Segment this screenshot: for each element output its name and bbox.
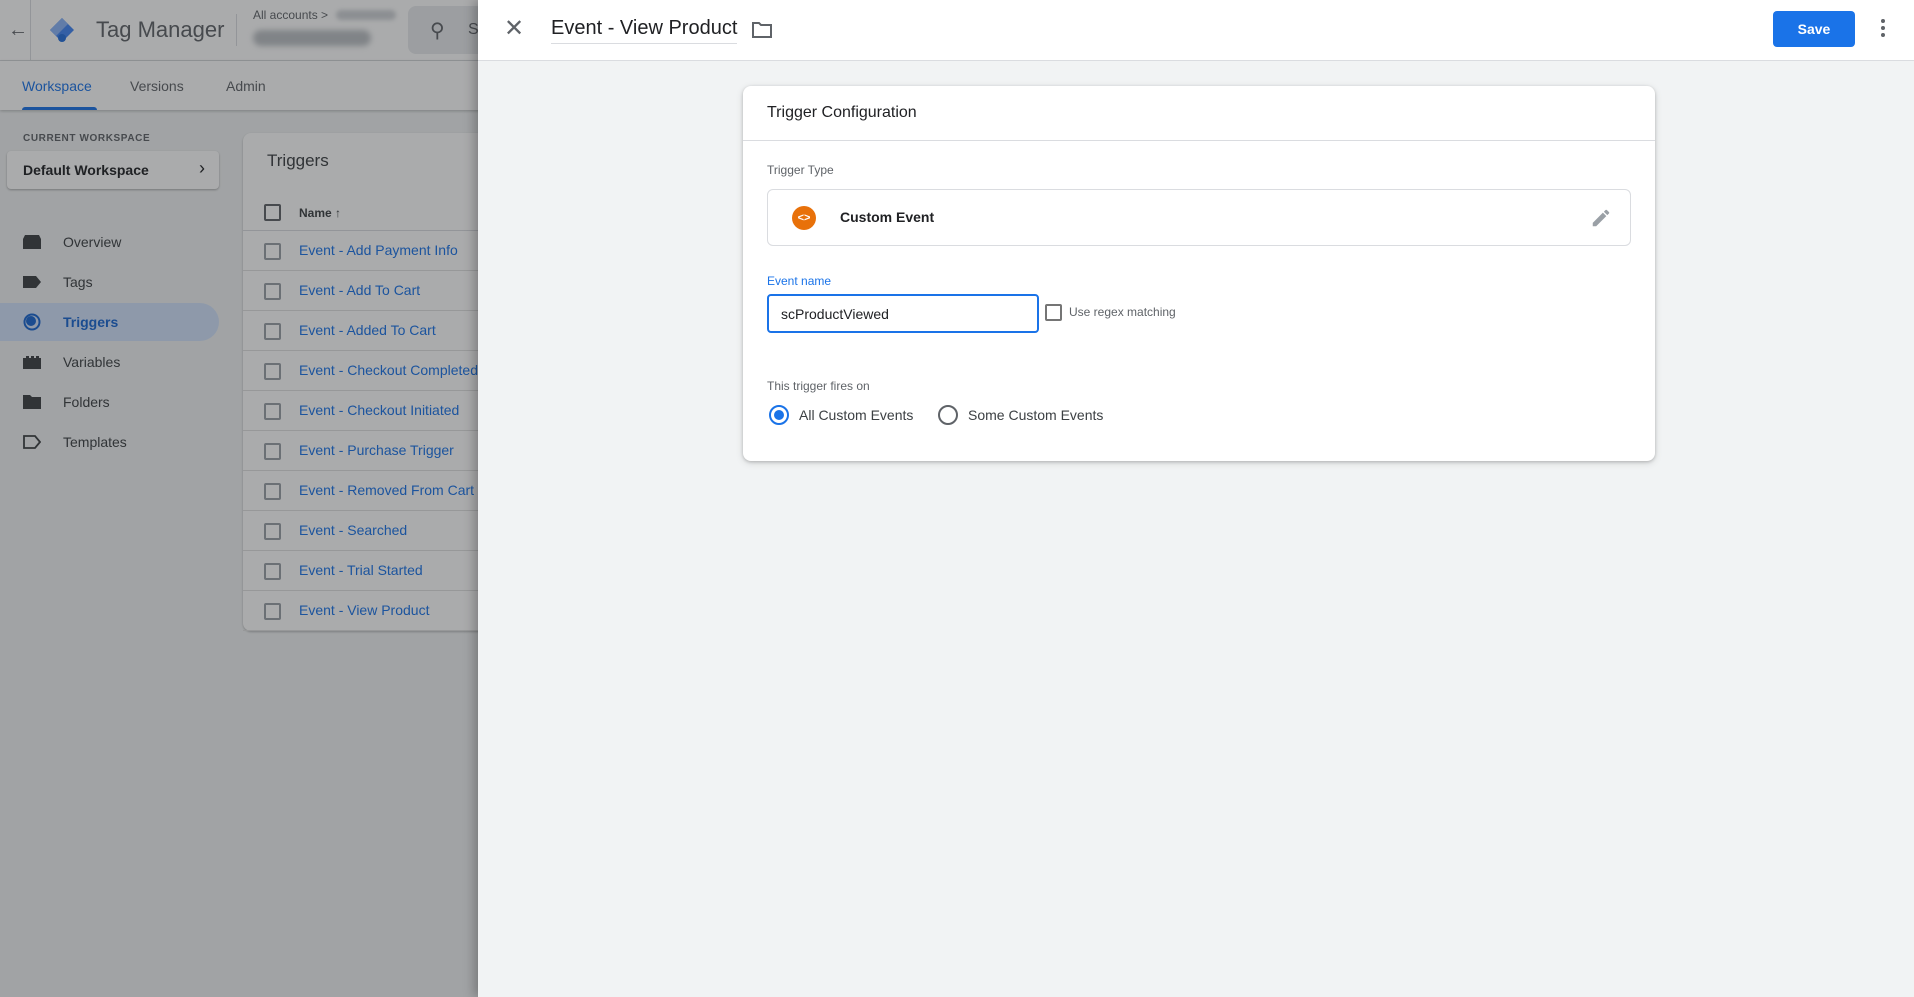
event-name-input[interactable] — [767, 294, 1039, 333]
edit-pencil-icon[interactable] — [1590, 207, 1612, 229]
trigger-configuration-card: Trigger Configuration Trigger Type <> Cu… — [743, 86, 1655, 461]
regex-checkbox[interactable] — [1045, 304, 1062, 321]
fires-on-label: This trigger fires on — [767, 379, 870, 393]
more-vert-icon[interactable] — [1875, 16, 1891, 42]
event-name-label: Event name — [767, 274, 832, 288]
radio-all-custom-events[interactable] — [769, 405, 789, 425]
close-icon[interactable]: ✕ — [504, 14, 524, 44]
radio-label-some: Some Custom Events — [968, 407, 1104, 423]
page-background: ← Tag Manager All accounts > ⚲ S Workspa… — [0, 0, 1914, 997]
trigger-name-title[interactable]: Event - View Product — [551, 17, 738, 44]
radio-label-all: All Custom Events — [799, 407, 914, 423]
custom-event-icon: <> — [792, 206, 816, 230]
regex-label: Use regex matching — [1069, 305, 1176, 319]
trigger-type-selector[interactable]: <> Custom Event — [767, 189, 1631, 246]
trigger-editor-panel: ✕ Event - View Product Save Trigger Conf… — [478, 0, 1914, 997]
card-header: Trigger Configuration — [743, 86, 1655, 141]
radio-some-custom-events[interactable] — [938, 405, 958, 425]
modal-scrim[interactable] — [0, 0, 478, 997]
card-title: Trigger Configuration — [767, 104, 917, 121]
panel-header: ✕ Event - View Product Save — [478, 0, 1914, 61]
trigger-type-label: Trigger Type — [767, 163, 834, 177]
folder-icon[interactable] — [752, 22, 772, 38]
save-button[interactable]: Save — [1773, 11, 1855, 47]
trigger-type-name: Custom Event — [840, 209, 935, 225]
